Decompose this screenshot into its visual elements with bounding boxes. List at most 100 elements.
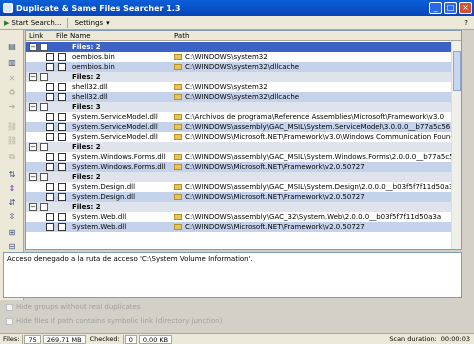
- sort-date-icon[interactable]: ⇵: [6, 198, 18, 208]
- file-name: System.ServiceModel.dll: [72, 113, 158, 121]
- file-checkbox[interactable]: [58, 63, 66, 71]
- scrollbar-thumb[interactable]: [453, 51, 461, 91]
- hide-groups-checkbox[interactable]: [6, 303, 13, 311]
- file-name: shell32.dll: [72, 93, 108, 101]
- link-checkbox[interactable]: [46, 153, 54, 161]
- file-row[interactable]: System.ServiceModel.dll C:\Archivos de pr…: [26, 112, 461, 122]
- file-row[interactable]: System.Design.dll C:\WINDOWS\Microsoft.NE…: [26, 192, 461, 202]
- copy-icon[interactable]: ⧉: [6, 152, 18, 162]
- collapse-icon[interactable]: −: [29, 173, 37, 181]
- hide-groups-label: Hide groups without real duplicates: [16, 303, 141, 311]
- sort-name-icon[interactable]: ⇅: [6, 170, 18, 180]
- file-checkbox[interactable]: [58, 93, 66, 101]
- link-checkbox[interactable]: [46, 123, 54, 131]
- hide-files-checkbox[interactable]: [6, 317, 13, 325]
- sort-path-icon[interactable]: ⇳: [6, 212, 18, 222]
- group-checkbox[interactable]: [40, 73, 48, 81]
- collapse-icon[interactable]: −: [29, 143, 37, 151]
- group-row[interactable]: − Files: 3: [26, 102, 461, 112]
- settings-menu-button[interactable]: Settings ▾: [70, 17, 113, 29]
- file-path: C:\WINDOWS\assembly\GAC_32\System.Web\2.…: [185, 213, 442, 221]
- hide-files-option[interactable]: Hide files if path contains symbolic lin…: [6, 316, 222, 326]
- group-checkbox[interactable]: [40, 103, 48, 111]
- file-path: C:\WINDOWS\system32\dllcache: [185, 93, 300, 101]
- file-row[interactable]: System.Web.dll C:\WINDOWS\Microsoft.NET\F…: [26, 222, 461, 232]
- file-row[interactable]: shell32.dll C:\WINDOWS\system32\dllcache: [26, 92, 461, 102]
- hardlink-icon[interactable]: ⛓: [6, 136, 18, 146]
- file-checkbox[interactable]: [58, 223, 66, 231]
- recycle-icon[interactable]: ♻: [6, 88, 18, 98]
- link-checkbox[interactable]: [46, 183, 54, 191]
- file-row[interactable]: oembios.bin C:\WINDOWS\system32\dllcache: [26, 62, 461, 72]
- link-checkbox[interactable]: [46, 83, 54, 91]
- file-row[interactable]: oembios.bin C:\WINDOWS\system32: [26, 52, 461, 62]
- column-header-path[interactable]: Path: [174, 32, 189, 40]
- group-checkbox[interactable]: [40, 203, 48, 211]
- group-row[interactable]: − Files: 2: [26, 142, 461, 152]
- check-newest-icon[interactable]: ▥: [6, 58, 18, 68]
- minimize-button[interactable]: _: [429, 2, 442, 14]
- link-icon[interactable]: ⛓: [6, 122, 18, 132]
- link-checkbox[interactable]: [46, 63, 54, 71]
- delete-icon[interactable]: ✕: [6, 74, 18, 84]
- file-row[interactable]: shell32.dll C:\WINDOWS\system32: [26, 82, 461, 92]
- file-row[interactable]: System.Design.dll C:\WINDOWS\assembly\GAC…: [26, 182, 461, 192]
- group-row[interactable]: − Files: 2: [26, 172, 461, 182]
- file-checkbox[interactable]: [58, 133, 66, 141]
- check-all-icon[interactable]: ▤: [6, 42, 18, 52]
- group-checkbox[interactable]: [40, 173, 48, 181]
- status-bar: Files: 75 269,71 MB Checked: 0 0,00 KB S…: [0, 333, 474, 344]
- collapse-icon[interactable]: −: [29, 103, 37, 111]
- help-button[interactable]: ?: [464, 19, 474, 27]
- link-checkbox[interactable]: [46, 53, 54, 61]
- sort-size-icon[interactable]: ⇕: [6, 184, 18, 194]
- hide-groups-option[interactable]: Hide groups without real duplicates: [6, 302, 140, 312]
- group-row[interactable]: − Files: 2: [26, 42, 461, 52]
- folder-icon: [174, 124, 182, 130]
- group-checkbox[interactable]: [40, 143, 48, 151]
- file-checkbox[interactable]: [58, 153, 66, 161]
- maximize-button[interactable]: □: [444, 2, 457, 14]
- file-checkbox[interactable]: [58, 53, 66, 61]
- link-checkbox[interactable]: [46, 113, 54, 121]
- expand-all-icon[interactable]: ⊞: [6, 228, 18, 238]
- group-checkbox[interactable]: [40, 43, 48, 51]
- collapse-all-icon[interactable]: ⊟: [6, 242, 18, 252]
- collapse-icon[interactable]: −: [29, 73, 37, 81]
- column-header-file-name[interactable]: File Name: [56, 32, 91, 40]
- start-search-button[interactable]: ▶ Start Search...: [0, 17, 65, 29]
- file-path-cell: C:\WINDOWS\Microsoft.NET\Framework\v2.0.…: [174, 162, 365, 172]
- file-path-cell: C:\WINDOWS\system32\dllcache: [174, 92, 299, 102]
- link-checkbox[interactable]: [46, 133, 54, 141]
- file-name: System.Web.dll: [72, 223, 127, 231]
- file-checkbox[interactable]: [58, 113, 66, 121]
- collapse-icon[interactable]: −: [29, 203, 37, 211]
- duplicate-files-list[interactable]: Link File Name Path − Files: 2 oembios.bin…: [25, 30, 462, 250]
- link-checkbox[interactable]: [46, 213, 54, 221]
- file-row[interactable]: System.Windows.Forms.dll C:\WINDOWS\Micro…: [26, 162, 461, 172]
- link-checkbox[interactable]: [46, 93, 54, 101]
- file-checkbox[interactable]: [58, 83, 66, 91]
- toolbar: ▶ Start Search... Settings ▾ ?: [0, 16, 474, 30]
- link-checkbox[interactable]: [46, 163, 54, 171]
- group-row[interactable]: − Files: 2: [26, 202, 461, 212]
- window-title: Duplicate & Same Files Searcher 1.3: [16, 3, 181, 13]
- vertical-scrollbar[interactable]: [451, 41, 461, 249]
- link-checkbox[interactable]: [46, 223, 54, 231]
- folder-icon: [174, 54, 182, 60]
- file-row[interactable]: System.ServiceModel.dll C:\WINDOWS\Micros…: [26, 132, 461, 142]
- collapse-icon[interactable]: −: [29, 43, 37, 51]
- close-button[interactable]: ×: [459, 2, 472, 14]
- move-icon[interactable]: ➜: [6, 102, 18, 112]
- file-checkbox[interactable]: [58, 123, 66, 131]
- file-checkbox[interactable]: [58, 193, 66, 201]
- file-row[interactable]: System.Windows.Forms.dll C:\WINDOWS\assem…: [26, 152, 461, 162]
- file-checkbox[interactable]: [58, 183, 66, 191]
- file-checkbox[interactable]: [58, 213, 66, 221]
- file-row[interactable]: System.Web.dll C:\WINDOWS\assembly\GAC_32…: [26, 212, 461, 222]
- link-checkbox[interactable]: [46, 193, 54, 201]
- group-row[interactable]: − Files: 2: [26, 72, 461, 82]
- file-row[interactable]: System.ServiceModel.dll C:\WINDOWS\assemb…: [26, 122, 461, 132]
- column-header-link[interactable]: Link: [29, 32, 43, 40]
- file-checkbox[interactable]: [58, 163, 66, 171]
